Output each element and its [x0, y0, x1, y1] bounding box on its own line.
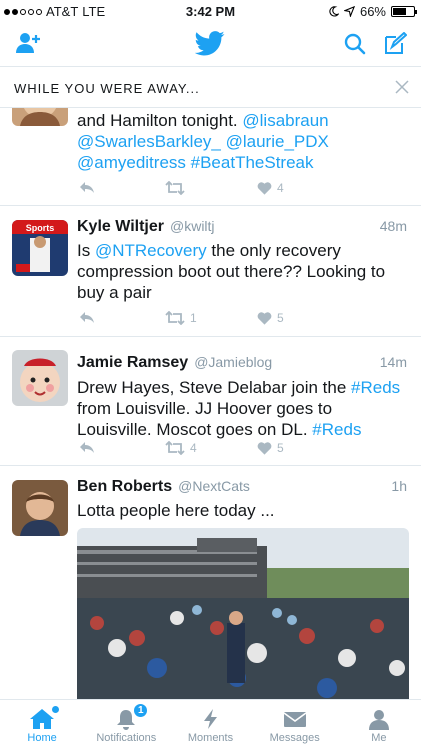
retweet-icon: [165, 311, 185, 325]
tweet-text: Lotta people here today ...: [77, 500, 407, 521]
author-name[interactable]: Ben Roberts: [77, 478, 172, 495]
twitter-bird-icon[interactable]: [195, 31, 225, 56]
author-name[interactable]: Kyle Wiltjer: [77, 218, 164, 235]
tab-label: Notifications: [96, 732, 157, 744]
search-icon[interactable]: [344, 33, 366, 55]
add-user-icon[interactable]: [14, 31, 42, 55]
tweet-link[interactable]: #BeatTheStreak: [191, 153, 314, 172]
heart-icon: [257, 312, 272, 325]
retweet-count: 4: [190, 441, 197, 455]
notification-badge: 1: [132, 702, 150, 719]
battery-percent: 66%: [359, 4, 386, 19]
tweet-header: Jamie Ramsey @Jamieblog 14m: [77, 354, 407, 374]
location-arrow-icon: [343, 6, 355, 17]
tweet-link[interactable]: @laurie_PDX: [226, 132, 329, 151]
tweet-header: Kyle Wiltjer @kwiltj 48m: [77, 218, 407, 238]
moon-icon: [329, 6, 339, 17]
tweet[interactable]: Sports Kyle Wiltjer @kwiltj 48m Is @NTRec…: [0, 206, 421, 337]
avatar[interactable]: [12, 480, 68, 536]
retweet-button[interactable]: 4: [165, 441, 197, 455]
author-handle[interactable]: @kwiltj: [170, 218, 215, 234]
like-button[interactable]: 5: [257, 441, 284, 455]
avatar[interactable]: [12, 108, 68, 126]
close-icon[interactable]: [395, 80, 409, 94]
bottom-tab-bar: Home 1 Notifications Moments Messages Me: [0, 699, 421, 750]
tweet-link[interactable]: @lisabraun: [242, 111, 328, 130]
retweet-button[interactable]: 1: [165, 311, 197, 325]
tweet-link[interactable]: @NTRecovery: [95, 241, 207, 260]
tab-label: Moments: [187, 732, 234, 744]
tweet-time: 14m: [379, 354, 407, 370]
author-handle[interactable]: @Jamieblog: [194, 354, 272, 370]
tweet-text-segment: Drew Hayes, Steve Delabar join the: [77, 378, 352, 397]
retweet-icon: [165, 441, 185, 455]
tweet-link[interactable]: #Reds: [312, 420, 361, 439]
tab-moments[interactable]: Moments: [168, 700, 252, 750]
tweet-text: Is @NTRecovery the only recovery compres…: [77, 240, 407, 303]
while-you-were-away-bar: WHILE YOU WERE AWAY...: [0, 66, 421, 108]
tweet-link[interactable]: @amyeditress: [77, 153, 186, 172]
tab-home[interactable]: Home: [0, 700, 84, 750]
tweet-actions: 4 5: [77, 441, 407, 459]
tweet-text-segment: from Louisville. JJ Hoover goes to Louis…: [77, 399, 333, 439]
tab-messages[interactable]: Messages: [253, 700, 337, 750]
tweet-text-segment: Lotta people here today ...: [77, 501, 275, 520]
battery-icon: [391, 6, 417, 17]
envelope-icon: [283, 712, 307, 727]
reply-icon[interactable]: [79, 441, 95, 453]
top-nav: [0, 22, 421, 66]
reply-icon[interactable]: [79, 181, 95, 193]
tweet-text: Drew Hayes, Steve Delabar join the #Reds…: [77, 377, 407, 440]
tweet-link[interactable]: @SwarlesBarkley_: [77, 132, 221, 151]
avatar[interactable]: [12, 350, 68, 406]
tweet-actions: 1 5: [77, 311, 407, 329]
tweet-time: 48m: [379, 218, 407, 234]
status-bar: AT&T LTE 3:42 PM 66%: [0, 0, 421, 22]
tweet[interactable]: Jamie Ramsey @Jamieblog 14m Drew Hayes, S…: [0, 337, 421, 466]
tab-label: Home: [27, 732, 57, 744]
heart-icon: [257, 182, 272, 195]
like-count: 5: [277, 441, 284, 455]
compose-icon[interactable]: [383, 32, 407, 56]
tweet[interactable]: and Hamilton tonight. @lisabraun @Swarle…: [0, 108, 421, 206]
tweet-text-segment: Is: [77, 241, 95, 260]
tab-me[interactable]: Me: [337, 700, 421, 750]
author-handle[interactable]: @NextCats: [178, 478, 250, 494]
like-button[interactable]: 4: [257, 181, 284, 195]
new-content-dot: [52, 706, 60, 713]
like-button[interactable]: 5: [257, 311, 284, 325]
tweet-header: Ben Roberts @NextCats 1h: [77, 478, 407, 498]
tweet-text: and Hamilton tonight. @lisabraun @Swarle…: [77, 110, 407, 173]
tweet[interactable]: Ben Roberts @NextCats 1h Lotta people her…: [0, 466, 421, 699]
tab-label: Messages: [269, 732, 320, 744]
tweet-text-segment: and Hamilton tonight.: [77, 111, 243, 130]
reply-icon[interactable]: [79, 311, 95, 323]
sports-illustrated-logo: Sports: [26, 223, 55, 233]
heart-icon: [257, 442, 272, 455]
tweet-link[interactable]: #Reds: [351, 378, 400, 397]
tab-label: Me: [371, 732, 387, 744]
status-right: 66%: [328, 4, 417, 19]
author-name[interactable]: Jamie Ramsey: [77, 354, 188, 371]
while-you-were-away-title: WHILE YOU WERE AWAY...: [14, 81, 200, 96]
like-count: 5: [277, 311, 284, 325]
timeline-feed[interactable]: and Hamilton tonight. @lisabraun @Swarle…: [0, 108, 421, 699]
retweet-icon: [165, 181, 185, 195]
tab-notifications[interactable]: 1 Notifications: [84, 700, 168, 750]
lightning-icon: [203, 709, 217, 729]
tweet-photo[interactable]: [77, 528, 409, 699]
person-icon: [368, 710, 389, 730]
avatar[interactable]: Sports: [12, 220, 68, 276]
like-count: 4: [277, 181, 284, 195]
home-icon: [30, 709, 55, 729]
retweet-count: 1: [190, 311, 197, 325]
tweet-actions: 4: [77, 181, 407, 199]
retweet-button[interactable]: [165, 181, 190, 195]
tweet-time: 1h: [391, 478, 407, 494]
